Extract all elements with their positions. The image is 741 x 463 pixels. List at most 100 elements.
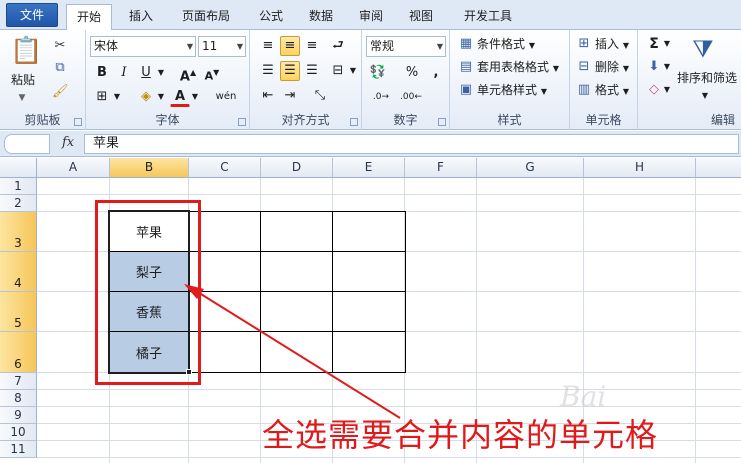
wrap-text-icon[interactable]: ⮐ [328, 36, 348, 56]
font-size-select[interactable]: 11 ▼ [198, 36, 246, 57]
annotation-arrow-head [184, 284, 204, 299]
borders-icon[interactable]: ⊞ [92, 87, 112, 107]
delete-cells-button[interactable]: 删除 ▼ [594, 57, 630, 77]
increase-indent-icon[interactable]: ⇥ [280, 86, 300, 106]
group-editing: Σ ▼ ⬇ ▼ ◇ ▼ ⧩ 排序和筛选 ▼ 编辑 [638, 30, 741, 130]
phonetic-guide-icon[interactable]: wén [212, 87, 240, 107]
ribbon-tab-bar: 文件 开始 插入 页面布局 公式 数据 审阅 视图 开发工具 [0, 0, 741, 31]
sort-filter-icon[interactable]: ⧩ [688, 34, 718, 64]
fill-color-icon[interactable]: ◈ [136, 87, 156, 107]
font-color-icon[interactable]: A [170, 87, 190, 107]
fill-icon[interactable]: ⬇ [644, 57, 664, 77]
align-left-icon[interactable]: ☰ [258, 61, 278, 81]
increase-decimal-icon[interactable]: .0→ [368, 87, 394, 107]
cell-styles-icon[interactable]: ▣ [458, 82, 474, 98]
chevron-down-icon[interactable]: ▼ [662, 59, 672, 75]
chevron-down-icon[interactable]: ▼ [156, 89, 166, 105]
align-right-icon[interactable]: ☰ [302, 61, 322, 81]
font-dialog-launcher[interactable] [238, 118, 246, 126]
tab-developer[interactable]: 开发工具 [452, 4, 524, 30]
merge-center-icon[interactable]: ⊟ [328, 61, 348, 81]
chevron-down-icon[interactable]: ▼ [112, 89, 122, 105]
chevron-down-icon[interactable]: ▼ [156, 65, 166, 81]
decrease-decimal-icon[interactable]: .00← [398, 87, 424, 107]
sort-filter-button[interactable]: 排序和筛选 [676, 68, 738, 88]
italic-button[interactable]: I [114, 63, 134, 83]
underline-button[interactable]: U [136, 63, 156, 83]
format-cells-button[interactable]: 格式 ▼ [594, 80, 630, 100]
autosum-button[interactable]: Σ [644, 34, 664, 54]
align-bottom-icon[interactable]: ≡ [302, 36, 322, 56]
chevron-down-icon[interactable]: ▼ [348, 63, 358, 79]
tab-review[interactable]: 审阅 [348, 4, 394, 30]
comma-button[interactable]: , [426, 63, 446, 83]
group-font: 宋体 ▼ 11 ▼ B I U ▼ A▲ A▼ ⊞ ▼ ◈ ▼ A ▼ wén 字体 [86, 30, 250, 130]
chevron-down-icon[interactable]: ▼ [662, 36, 672, 52]
ribbon: 📋 粘贴 ▼ ✂ ⧉ 🖌 剪贴板 宋体 ▼ 11 ▼ B I U ▼ A▲ A▼ ⊞… [0, 30, 741, 130]
tab-home[interactable]: 开始 [66, 4, 112, 31]
insert-function-button[interactable]: fx [62, 135, 74, 150]
orientation-icon[interactable]: ⤡ [310, 86, 330, 106]
chevron-down-icon: ▼ [622, 41, 629, 50]
decrease-indent-icon[interactable]: ⇤ [258, 86, 278, 106]
cut-icon[interactable]: ✂ [52, 38, 68, 54]
watermark-text: Bai [560, 380, 607, 413]
shrink-font-icon[interactable]: A▼ [202, 63, 222, 83]
align-middle-icon[interactable]: ≡ [280, 36, 300, 56]
delete-cells-label: 删除 [595, 60, 620, 74]
group-cells: ⊞ 插入 ▼ ⊟ 删除 ▼ ▥ 格式 ▼ 单元格 [570, 30, 638, 130]
paste-dropdown-icon[interactable]: ▼ [12, 90, 32, 106]
font-size-value: 11 [202, 39, 218, 53]
font-name-select[interactable]: 宋体 ▼ [90, 36, 196, 57]
number-dialog-launcher[interactable] [438, 118, 446, 126]
chevron-down-icon: ▼ [236, 42, 243, 51]
chevron-down-icon: ▼ [552, 64, 559, 73]
chevron-down-icon: ▼ [622, 64, 629, 73]
align-top-icon[interactable]: ≡ [258, 36, 278, 56]
bold-button[interactable]: B [92, 63, 112, 83]
tab-view[interactable]: 视图 [398, 4, 444, 30]
group-label-alignment: 对齐方式 [281, 113, 330, 127]
conditional-format-button[interactable]: 条件格式 ▼ [476, 34, 536, 54]
format-as-table-button[interactable]: 套用表格格式 ▼ [476, 57, 560, 77]
group-label-editing: 编辑 [710, 113, 735, 127]
chevron-down-icon[interactable]: ▼ [700, 88, 710, 104]
tab-data[interactable]: 数据 [298, 4, 344, 30]
format-as-table-icon[interactable]: ▤ [458, 59, 474, 75]
align-center-icon[interactable]: ☰ [280, 61, 300, 81]
cell-styles-label: 单元格样式 [477, 83, 538, 97]
alignment-dialog-launcher[interactable] [350, 118, 358, 126]
tab-file[interactable]: 文件 [6, 3, 58, 27]
conditional-format-icon[interactable]: ▦ [458, 36, 474, 52]
percent-button[interactable]: % [402, 63, 422, 83]
format-cells-icon[interactable]: ▥ [576, 82, 592, 98]
paste-icon[interactable]: 📋 [10, 36, 42, 66]
chevron-down-icon: ▼ [540, 87, 547, 96]
name-box[interactable] [4, 134, 50, 154]
chevron-down-icon: ▼ [436, 42, 443, 51]
formula-input[interactable]: 苹果 [84, 134, 739, 154]
grow-font-icon[interactable]: A▲ [178, 63, 198, 84]
tab-page-layout[interactable]: 页面布局 [170, 4, 242, 30]
insert-cells-button[interactable]: 插入 ▼ [594, 34, 630, 54]
cell-styles-button[interactable]: 单元格样式 ▼ [476, 80, 548, 100]
format-as-table-label: 套用表格格式 [477, 60, 550, 74]
paste-button[interactable]: 粘贴 [10, 70, 40, 90]
clipboard-dialog-launcher[interactable] [74, 118, 82, 126]
chevron-down-icon[interactable]: ▼ [190, 89, 200, 105]
format-painter-icon[interactable]: 🖌 [52, 84, 69, 100]
chevron-down-icon[interactable]: ▼ [662, 82, 672, 98]
insert-cells-icon[interactable]: ⊞ [576, 36, 592, 52]
conditional-format-label: 条件格式 [477, 37, 526, 51]
clear-icon[interactable]: ◇ [644, 80, 664, 100]
group-label-clipboard: 剪贴板 [24, 113, 61, 127]
tab-formulas[interactable]: 公式 [248, 4, 294, 30]
tab-insert[interactable]: 插入 [118, 4, 164, 30]
currency-icon[interactable]: 💱 [368, 63, 388, 83]
spreadsheet-grid[interactable]: A B C D E F G H 1 2 3 4 5 6 7 8 9 10 11 … [0, 158, 741, 463]
group-label-cells: 单元格 [585, 113, 622, 127]
number-format-select[interactable]: 常规 ▼ [366, 36, 446, 57]
copy-icon[interactable]: ⧉ [52, 60, 68, 76]
delete-cells-icon[interactable]: ⊟ [576, 59, 592, 75]
group-styles: ▦ 条件格式 ▼ ▤ 套用表格格式 ▼ ▣ 单元格样式 ▼ 样式 [450, 30, 570, 130]
